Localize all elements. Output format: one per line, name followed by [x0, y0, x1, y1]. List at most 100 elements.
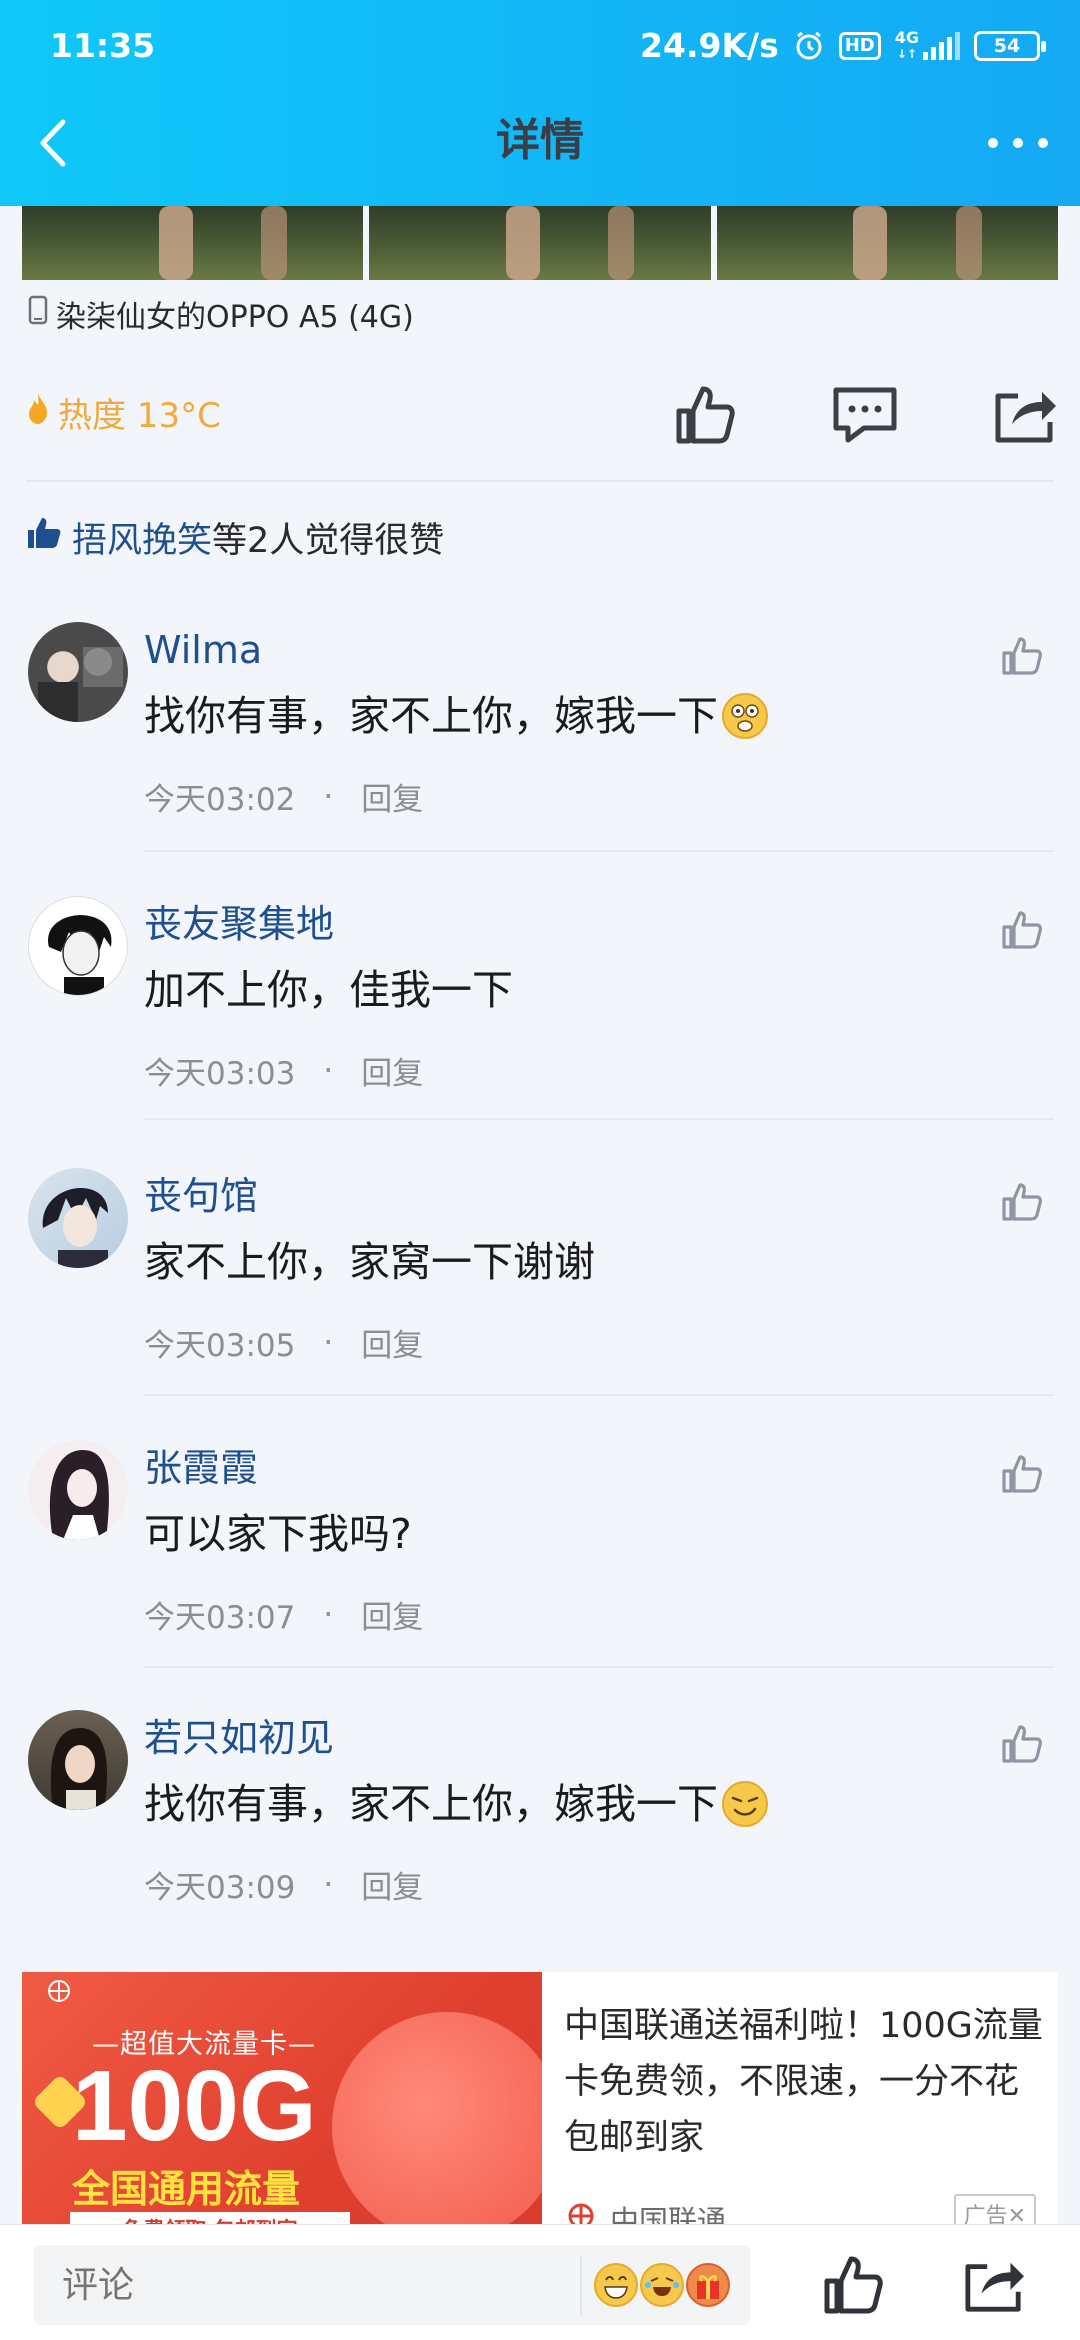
photo-thumbnail[interactable] — [22, 206, 364, 280]
commenter-name[interactable]: 若只如初见 — [144, 1714, 334, 1762]
comment-meta: 今天03:07 · 回复 — [144, 1592, 423, 1637]
photo-thumbnail[interactable] — [716, 206, 1058, 280]
thumbs-up-icon — [26, 516, 62, 559]
likes-summary: 捂风挽笑等2人觉得很赞 — [26, 512, 444, 563]
comment-time: 今天03:05 — [144, 1328, 296, 1364]
avatar[interactable] — [28, 896, 128, 996]
commenter-name[interactable]: 丧句馆 — [144, 1172, 258, 1220]
ad-headline: 100G — [72, 2050, 317, 2162]
comment-meta: 今天03:09 · 回复 — [144, 1862, 423, 1907]
comment-item: 丧句馆 家不上你，家窝一下谢谢 今天03:05 · 回复 — [0, 1168, 1080, 1398]
status-bar: 11:35 24.9K/s HD 4G ↓↑ 54 — [0, 0, 1080, 96]
divider — [144, 1118, 1054, 1120]
reply-link[interactable]: 回复 — [361, 1592, 423, 1637]
comment-body: 找你有事，家不上你，嫁我一下 — [144, 692, 718, 740]
phone-icon — [28, 295, 48, 333]
divider — [144, 1666, 1054, 1668]
divider — [26, 480, 1054, 482]
reply-link[interactable]: 回复 — [361, 774, 423, 819]
comment-like-button[interactable] — [994, 628, 1050, 684]
comment-text: 找你有事，家不上你，嫁我一下 — [144, 688, 768, 744]
reply-link[interactable]: 回复 — [361, 1048, 423, 1093]
liker-names[interactable]: 捂风挽笑 — [72, 521, 212, 561]
comment-like-button[interactable] — [994, 902, 1050, 958]
photo-thumbnail[interactable] — [369, 206, 711, 280]
dot-separator: · — [323, 1596, 334, 1633]
comment-body: 家不上你，家窝一下谢谢 — [144, 1238, 595, 1286]
comment-like-button[interactable] — [994, 1174, 1050, 1230]
ad-image[interactable]: —超值大流量卡— 100G 全国通用流量 免费领取 包邮到家 — [22, 1972, 542, 2262]
smirk-face-emoji — [722, 1781, 768, 1827]
avatar[interactable] — [28, 622, 128, 722]
comment-text: 可以家下我吗? — [144, 1506, 412, 1562]
comment-meta: 今天03:03 · 回复 — [144, 1048, 423, 1093]
comment-time: 今天03:09 — [144, 1870, 296, 1906]
bottom-bar — [0, 2224, 1080, 2340]
comment-text: 找你有事，家不上你，嫁我一下 — [144, 1776, 768, 1832]
commenter-name[interactable]: 张霞霞 — [144, 1444, 258, 1492]
avatar[interactable] — [28, 1168, 128, 1268]
comment-meta: 今天03:02 · 回复 — [144, 774, 423, 819]
dot-separator: · — [323, 1324, 334, 1361]
unicom-logo — [36, 1978, 82, 2008]
comment-item: 丧友聚集地 加不上你，佳我一下 今天03:03 · 回复 — [0, 896, 1080, 1126]
emoji-picker-button[interactable] — [580, 2255, 730, 2315]
ad-description: 中国联通送福利啦！100G流量卡免费领，不限速，一分不花包邮到家 — [564, 2006, 1043, 2158]
dot-separator: · — [323, 1866, 334, 1903]
status-indicators: 24.9K/s HD 4G ↓↑ 54 — [640, 26, 1046, 65]
dot-separator: · — [323, 1052, 334, 1089]
ad-card[interactable]: —超值大流量卡— 100G 全国通用流量 免费领取 包邮到家 中国联通送福利啦！… — [22, 1972, 1058, 2262]
comment-like-button[interactable] — [994, 1716, 1050, 1772]
more-button[interactable] — [978, 108, 1058, 178]
like-button[interactable] — [660, 370, 750, 460]
device-label: 染柒仙女的OPPO A5 (4G) — [56, 300, 414, 335]
comment-time: 今天03:07 — [144, 1600, 296, 1636]
avatar[interactable] — [28, 1710, 128, 1810]
heat-indicator: 热度 13°C — [26, 388, 221, 437]
reply-link[interactable]: 回复 — [361, 1320, 423, 1365]
network-type: 4G — [894, 27, 919, 47]
bottom-like-button[interactable] — [818, 2249, 890, 2321]
heat-label: 热度 13°C — [58, 396, 221, 436]
alarm-icon — [793, 30, 825, 62]
status-time: 11:35 — [50, 26, 156, 65]
comment-time: 今天03:03 — [144, 1056, 296, 1092]
stats-row: 热度 13°C — [0, 370, 1080, 480]
comment-body: 找你有事，家不上你，嫁我一下 — [144, 1780, 718, 1828]
header: 11:35 24.9K/s HD 4G ↓↑ 54 详情 — [0, 0, 1080, 206]
divider — [144, 850, 1054, 852]
avatar[interactable] — [28, 1440, 128, 1540]
comment-item: 若只如初见 找你有事，家不上你，嫁我一下 今天03:09 · 回复 — [0, 1710, 1080, 1930]
page-title: 详情 — [496, 115, 584, 166]
comment-time: 今天03:02 — [144, 782, 296, 818]
gift-emoji — [686, 2263, 730, 2307]
comment-text: 家不上你，家窝一下谢谢 — [144, 1234, 595, 1290]
reply-link[interactable]: 回复 — [361, 1862, 423, 1907]
laugh-cry-emoji — [640, 2263, 684, 2307]
comment-button[interactable] — [820, 370, 910, 460]
comment-body: 加不上你，佳我一下 — [144, 966, 513, 1014]
share-button[interactable] — [980, 370, 1070, 460]
divider — [144, 1394, 1054, 1396]
photo-strip — [22, 206, 1058, 280]
net-speed: 24.9K/s — [640, 26, 779, 65]
comment-like-button[interactable] — [994, 1446, 1050, 1502]
comment-item: 张霞霞 可以家下我吗? 今天03:07 · 回复 — [0, 1440, 1080, 1670]
commenter-name[interactable]: Wilma — [144, 626, 262, 674]
ad-subheadline: 全国通用流量 — [72, 2167, 301, 2211]
commenter-name[interactable]: 丧友聚集地 — [144, 900, 334, 948]
grin-emoji — [594, 2263, 638, 2307]
comment-text: 加不上你，佳我一下 — [144, 962, 513, 1018]
hd-icon: HD — [838, 31, 881, 60]
dot-separator: · — [323, 778, 334, 815]
comment-item: Wilma 找你有事，家不上你，嫁我一下 今天03:02 · 回复 — [0, 622, 1080, 852]
flame-icon — [26, 391, 50, 434]
comment-meta: 今天03:05 · 回复 — [144, 1320, 423, 1365]
ad-illustration — [332, 2012, 542, 2242]
likes-suffix: 等2人觉得很赞 — [212, 521, 445, 561]
shocked-face-emoji — [722, 693, 768, 739]
comment-body: 可以家下我吗? — [144, 1510, 412, 1558]
bottom-share-button[interactable] — [958, 2249, 1030, 2321]
signal-icon: 4G ↓↑ — [894, 27, 960, 62]
battery-icon: 54 — [974, 30, 1046, 61]
